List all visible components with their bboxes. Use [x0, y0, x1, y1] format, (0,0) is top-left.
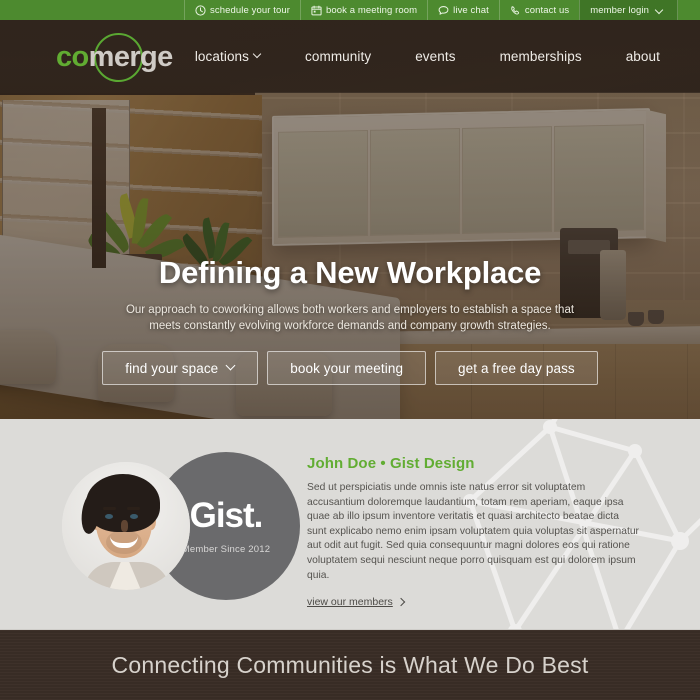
nav-item-memberships[interactable]: memberships [478, 49, 604, 64]
badge-subtitle: Member Since 2012 [181, 543, 271, 555]
tagline-band: Connecting Communities is What We Do Bes… [0, 630, 700, 700]
site-logo[interactable]: comerge [56, 33, 174, 82]
utility-schedule-tour-label: schedule your tour [210, 4, 290, 16]
book-your-meeting-label: book your meeting [290, 360, 404, 376]
nav-item-community[interactable]: community [283, 49, 393, 64]
utility-member-login[interactable]: member login [579, 0, 678, 20]
utility-schedule-tour[interactable]: schedule your tour [184, 0, 300, 20]
testimonial-quote: Sed ut perspiciatis unde omnis iste natu… [307, 482, 639, 581]
chat-bubble-icon [438, 5, 449, 16]
nav-item-events-label: events [415, 49, 456, 64]
hero-button-group: find your space book your meeting get a … [0, 351, 700, 385]
utility-contact-us-label: contact us [524, 4, 570, 16]
hero-subheading: Our approach to coworking allows both wo… [125, 304, 575, 332]
calendar-icon [311, 5, 322, 16]
book-your-meeting-button[interactable]: book your meeting [267, 351, 427, 385]
testimonial-author: John Doe • Gist Design [307, 455, 475, 472]
tagline-text: Connecting Communities is What We Do Bes… [111, 651, 589, 678]
nav-item-memberships-label: memberships [499, 49, 582, 64]
get-free-day-pass-label: get a free day pass [458, 360, 575, 376]
site-header: comerge locations community events membe… [0, 20, 700, 93]
utility-live-chat-label: live chat [453, 4, 489, 16]
find-your-space-label: find your space [125, 360, 219, 376]
clock-icon [195, 4, 206, 16]
view-our-members-link[interactable]: view our members [307, 596, 404, 608]
utility-bar: schedule your tour book a meeting room l… [0, 0, 700, 20]
utility-bar-tail [678, 0, 700, 20]
nav-item-about-label: about [625, 49, 660, 64]
utility-book-meeting-room[interactable]: book a meeting room [300, 0, 427, 20]
nav-item-locations[interactable]: locations [173, 49, 283, 64]
nav-item-community-label: community [305, 49, 372, 64]
utility-live-chat[interactable]: live chat [427, 0, 499, 20]
nav-item-about[interactable]: about [604, 49, 682, 64]
utility-member-login-label: member login [590, 4, 649, 16]
chevron-down-icon [254, 53, 261, 60]
nav-item-events[interactable]: events [393, 49, 477, 64]
page-root: schedule your tour book a meeting room l… [0, 0, 700, 700]
badge-word: Gist [189, 495, 255, 535]
nav-item-locations-label: locations [194, 49, 250, 64]
phone-icon [510, 5, 521, 16]
member-avatar [62, 462, 190, 590]
chevron-down-icon [227, 364, 235, 372]
testimonial-body: John Doe • Gist Design Sed ut perspiciat… [307, 455, 641, 610]
logo-text-co: co [56, 40, 89, 73]
logo-text-merge: merge [88, 40, 174, 73]
find-your-space-button[interactable]: find your space [102, 351, 259, 385]
view-our-members-label: view our members [307, 596, 393, 609]
utility-contact-us[interactable]: contact us [498, 0, 579, 20]
hero-heading: Defining a New Workplace [158, 255, 542, 290]
badge-dot: . [253, 495, 264, 535]
main-navigation: locations community events memberships a… [173, 20, 682, 93]
hero-content: Defining a New Workplace Our approach to… [0, 255, 700, 385]
utility-book-meeting-room-label: book a meeting room [326, 4, 418, 16]
chevron-right-icon [398, 599, 404, 605]
chevron-down-icon [656, 7, 663, 14]
get-free-day-pass-button[interactable]: get a free day pass [435, 351, 598, 385]
